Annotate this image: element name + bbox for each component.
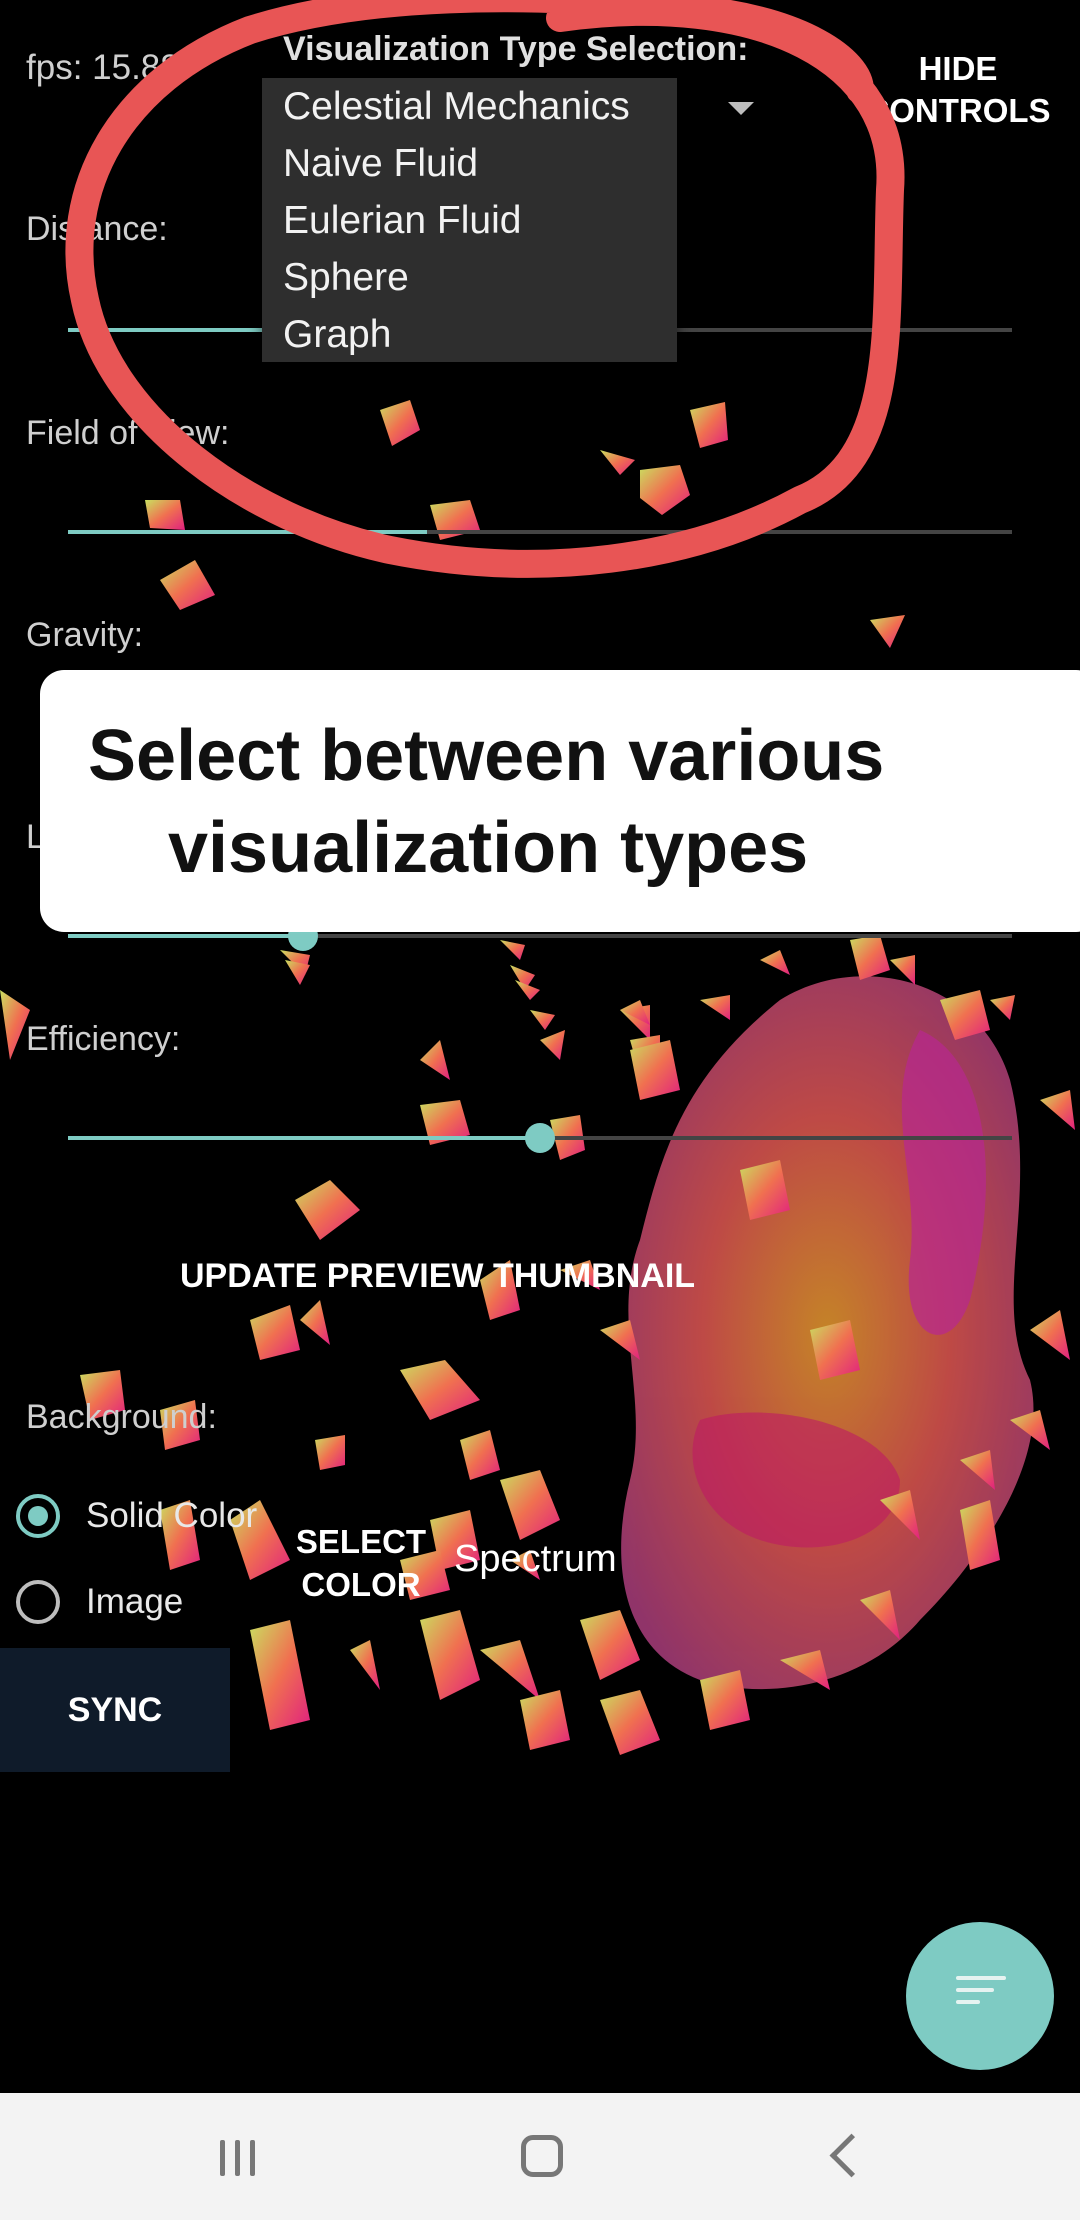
tooltip-text: Select between various visualization typ… [88, 710, 1048, 894]
tooltip: Select between various visualization typ… [40, 670, 1080, 932]
efficiency-slider-thumb[interactable] [525, 1123, 555, 1153]
tooltip-line1: Select between various [88, 716, 885, 796]
background-label: Background: [26, 1398, 217, 1436]
annotation-circle [65, 0, 905, 578]
efficiency-slider[interactable] [68, 1123, 1012, 1153]
select-color-button[interactable]: SELECT COLOR [280, 1520, 442, 1608]
select-color-line1: SELECT [295, 1523, 427, 1560]
efficiency-label: Efficiency: [26, 1020, 181, 1058]
radio-solid-color[interactable]: Solid Color [16, 1494, 276, 1538]
radio-checked-icon[interactable] [16, 1494, 60, 1538]
radio-unchecked-icon[interactable] [16, 1580, 60, 1624]
sort-lines-icon [956, 1976, 1006, 2016]
home-icon[interactable] [521, 2135, 563, 2177]
color-name: Spectrum [454, 1538, 617, 1580]
fab-button[interactable] [906, 1922, 1054, 2070]
radio-image[interactable]: Image [16, 1580, 276, 1624]
gravity-label: Gravity: [26, 616, 144, 654]
select-color-line2: COLOR [301, 1566, 421, 1603]
lifetime-slider-fill [68, 934, 304, 938]
radio-image-label: Image [86, 1582, 184, 1621]
lifetime-slider[interactable] [68, 921, 1012, 951]
update-preview-thumbnail-button[interactable]: UPDATE PREVIEW THUMBNAIL [180, 1213, 870, 1339]
tooltip-line2: visualization types [168, 808, 809, 888]
sync-button[interactable]: SYNC [0, 1648, 230, 1772]
efficiency-slider-fill [68, 1136, 540, 1140]
recents-icon[interactable] [220, 2140, 260, 2176]
radio-solid-color-label: Solid Color [86, 1496, 258, 1535]
